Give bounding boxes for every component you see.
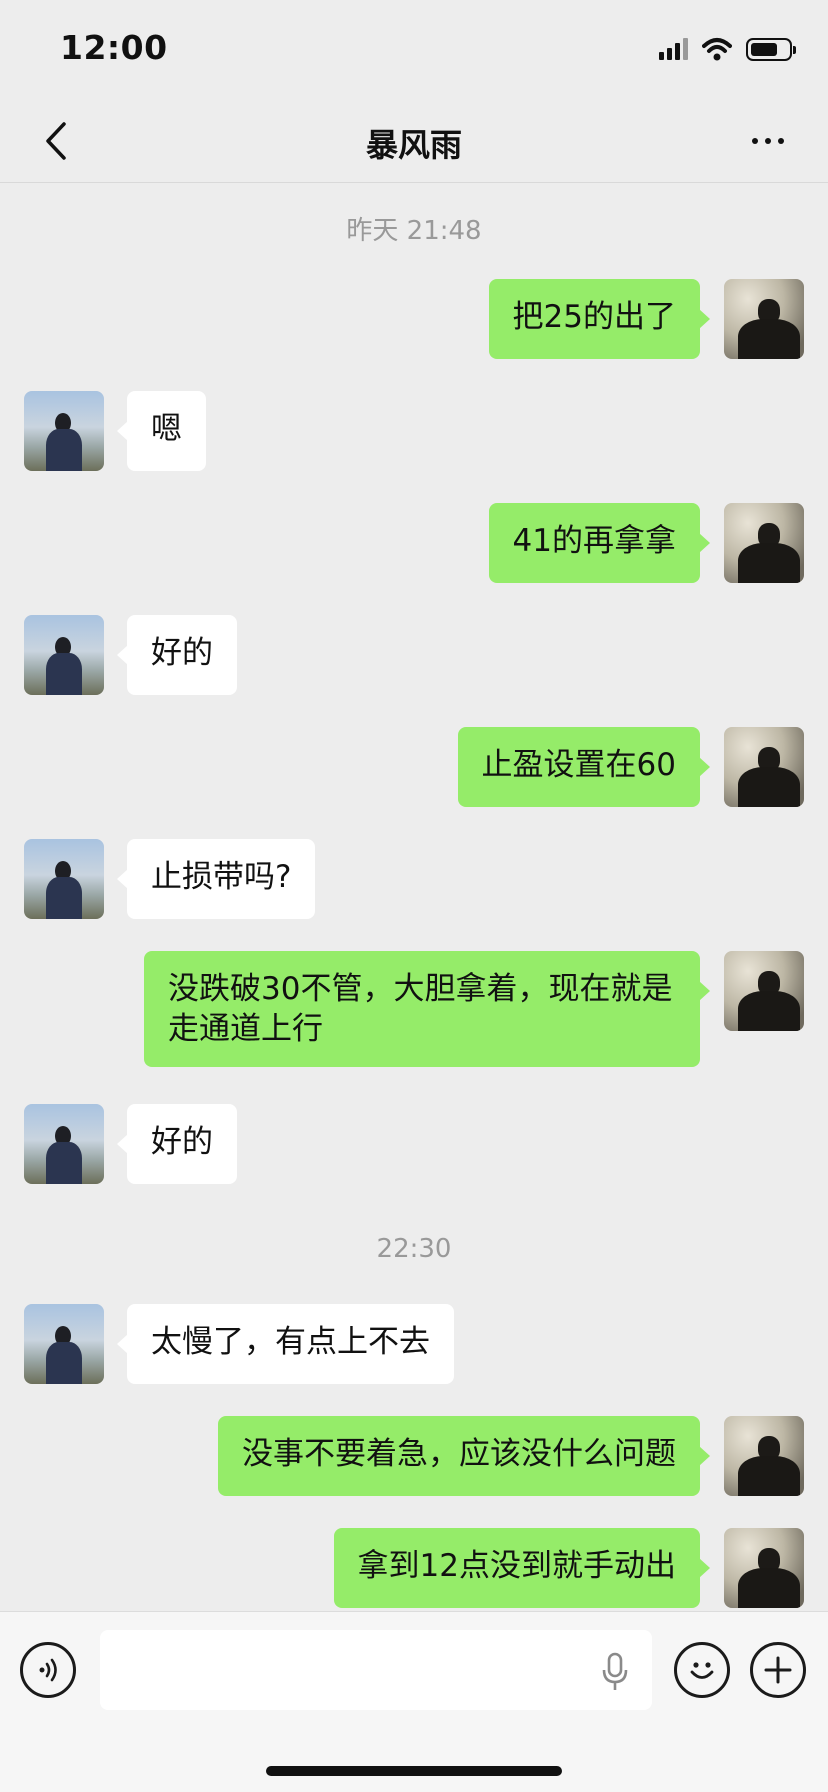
sent-bubble[interactable]: 把25的出了	[488, 279, 711, 359]
received-bubble[interactable]: 嗯	[117, 391, 206, 471]
message-received: 太慢了，有点上不去	[0, 1304, 828, 1384]
avatar-me[interactable]	[724, 727, 804, 807]
received-bubble[interactable]: 好的	[117, 1104, 237, 1184]
signal-icon	[659, 38, 688, 60]
sent-bubble[interactable]: 41的再拿拿	[488, 503, 711, 583]
message-sent: 41的再拿拿	[0, 503, 828, 583]
avatar-me[interactable]	[724, 1528, 804, 1608]
chat-title: 暴风雨	[365, 126, 462, 164]
message-received: 好的	[0, 1104, 828, 1184]
sent-bubble[interactable]: 拿到12点没到就手动出	[333, 1528, 711, 1608]
avatar-contact[interactable]	[24, 1104, 104, 1184]
home-indicator[interactable]	[266, 1766, 562, 1776]
message-input[interactable]	[100, 1630, 652, 1710]
more-icon	[752, 138, 758, 144]
status-bar: 12:00	[0, 0, 828, 100]
mic-icon[interactable]	[600, 1652, 630, 1692]
message-sent: 把25的出了	[0, 279, 828, 359]
avatar-contact[interactable]	[24, 1304, 104, 1384]
plus-icon	[764, 1656, 792, 1684]
chat-area[interactable]: 昨天 21:48 把25的出了 嗯 41的再拿拿 好的 止盈设置在60 止损带吗…	[0, 184, 828, 1611]
received-bubble[interactable]: 好的	[117, 615, 237, 695]
avatar-me[interactable]	[724, 1416, 804, 1496]
voice-button[interactable]	[20, 1642, 76, 1698]
input-bar	[0, 1611, 828, 1792]
status-time: 12:00	[60, 28, 168, 67]
sent-bubble[interactable]: 没跌破30不管，大胆拿着，现在就是走通道上行	[144, 951, 710, 1067]
received-bubble[interactable]: 太慢了，有点上不去	[117, 1304, 454, 1384]
sent-bubble[interactable]: 止盈设置在60	[457, 727, 711, 807]
more-button[interactable]	[738, 118, 798, 164]
timestamp: 22:30	[376, 1234, 452, 1264]
avatar-me[interactable]	[724, 279, 804, 359]
message-sent: 没跌破30不管，大胆拿着，现在就是走通道上行	[0, 951, 828, 1067]
voice-icon	[39, 1658, 57, 1682]
avatar-contact[interactable]	[24, 615, 104, 695]
message-received: 嗯	[0, 391, 828, 471]
message-sent: 止盈设置在60	[0, 727, 828, 807]
plus-button[interactable]	[750, 1642, 806, 1698]
nav-bar: 暴风雨	[0, 100, 828, 183]
avatar-contact[interactable]	[24, 391, 104, 471]
message-received: 好的	[0, 615, 828, 695]
message-sent: 没事不要着急，应该没什么问题	[0, 1416, 828, 1496]
sent-bubble[interactable]: 没事不要着急，应该没什么问题	[218, 1416, 710, 1496]
battery-icon	[746, 37, 796, 61]
avatar-me[interactable]	[724, 503, 804, 583]
avatar-contact[interactable]	[24, 839, 104, 919]
emoji-button[interactable]	[674, 1642, 730, 1698]
wifi-icon	[702, 38, 732, 61]
received-bubble[interactable]: 止损带吗?	[116, 839, 316, 919]
message-received: 止损带吗?	[0, 839, 828, 919]
avatar-me[interactable]	[724, 951, 804, 1031]
message-sent: 拿到12点没到就手动出	[0, 1528, 828, 1608]
emoji-icon	[690, 1662, 714, 1679]
timestamp: 昨天 21:48	[346, 216, 482, 246]
status-icons	[659, 34, 796, 64]
